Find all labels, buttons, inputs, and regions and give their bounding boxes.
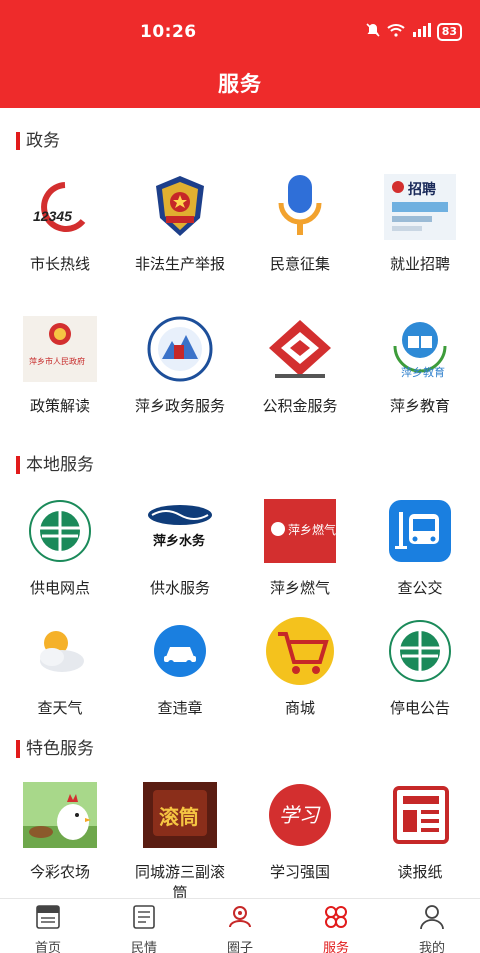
service-item-label: 查公交 [397,579,443,597]
service-item-gov-service[interactable]: 萍乡政务服务 [120,314,240,417]
policy-text: 萍乡市人民政府 [29,356,85,366]
government-emblem-icon: 萍乡市人民政府 [23,314,97,384]
section-title-featured: 特色服务 [16,738,94,760]
service-item-housing-fund[interactable]: 公积金服务 [240,314,360,417]
water-logo-icon: 萍乡水务 [143,496,217,566]
grid-service-icon [322,903,350,935]
service-item-tongcheng-game[interactable]: 滚筒 同城游三副滚筒 [120,780,240,898]
phone-12345-icon: 12345 [23,172,97,242]
service-item-xuexi[interactable]: 学习 学习强国 [240,780,360,883]
status-time: 10:26 [140,22,197,42]
service-item-label: 政策解读 [29,397,90,415]
section-title-gov: 政务 [16,130,60,152]
service-item-public-opinion[interactable]: 民意征集 [240,172,360,275]
bus-icon [383,496,457,566]
service-item-label: 非法生产举报 [134,255,225,273]
section-title-local: 本地服务 [16,454,94,476]
service-item-bus[interactable]: 查公交 [360,496,480,599]
service-content: 政务 12345 市长热线 非法生产举报 民意征集 招聘 就业招聘 萍乡市人民政… [0,108,480,898]
tab-label: 首页 [34,941,61,953]
tab-mine[interactable]: 我的 [384,899,480,953]
service-item-label: 萍乡燃气 [269,579,330,597]
service-item-gas[interactable]: 萍乡燃气 萍乡燃气 [240,496,360,599]
service-item-label: 民意征集 [269,255,330,273]
game-poster-text: 滚筒 [159,805,199,829]
tab-label: 我的 [418,941,445,953]
state-grid-logo-icon [383,616,457,686]
service-item-label: 学习强国 [269,863,330,881]
service-item-weather[interactable]: 查天气 [0,616,120,719]
gas-logo-icon: 萍乡燃气 [263,496,337,566]
page-title: 服务 [218,72,262,96]
wifi-icon [387,23,405,40]
recruitment-icon: 招聘 [383,172,457,242]
tab-label: 圈子 [226,941,253,953]
service-item-label: 萍乡教育 [389,397,450,415]
battery-indicator: 83 [436,22,462,41]
police-badge-icon [143,172,217,242]
service-item-newspaper[interactable]: 读报纸 [360,780,480,883]
service-item-label: 供电网点 [29,579,90,597]
gas-text: 萍乡燃气 [288,522,336,537]
water-text: 萍乡水务 [153,533,206,549]
xuexi-text: 学习 [279,803,321,827]
recruitment-text: 招聘 [408,181,436,198]
service-item-mall[interactable]: 商城 [240,616,360,719]
service-item-label: 读报纸 [397,863,443,881]
service-item-mayor-hotline[interactable]: 12345 市长热线 [0,172,120,275]
newspaper-icon [383,780,457,850]
game-poster-icon: 滚筒 [143,780,217,850]
service-item-outage-notice[interactable]: 停电公告 [360,616,480,719]
signal-icon [411,23,431,40]
microphone-icon [263,172,337,242]
mute-icon [365,22,381,41]
service-item-label: 就业招聘 [389,255,450,273]
tab-label: 民情 [130,941,157,953]
service-item-policy[interactable]: 萍乡市人民政府 政策解读 [0,314,120,417]
service-item-label: 供水服务 [149,579,210,597]
service-item-label: 查天气 [37,699,83,717]
car-icon [143,616,217,686]
education-text: 萍乡教育 [401,365,445,379]
service-item-recruitment[interactable]: 招聘 就业招聘 [360,172,480,275]
user-icon [418,903,446,935]
gov-service-logo-icon [143,314,217,384]
service-item-label: 今彩农场 [29,863,90,881]
farm-chicken-icon [23,780,97,850]
tab-service[interactable]: 服务 [288,899,384,953]
tab-home[interactable]: 首页 [0,899,96,953]
tab-circle[interactable]: 圈子 [192,899,288,953]
housing-fund-logo-icon [263,314,337,384]
weather-icon [23,616,97,686]
service-item-label: 查违章 [157,699,203,717]
service-item-label: 同城游三副滚筒 [134,863,225,898]
document-icon [130,903,158,935]
service-item-education[interactable]: 萍乡教育 萍乡教育 [360,314,480,417]
service-item-violation[interactable]: 查违章 [120,616,240,719]
location-person-icon [226,903,254,935]
tab-label: 服务 [322,941,349,953]
shopping-cart-icon [263,616,337,686]
service-item-label: 公积金服务 [262,397,338,415]
top-header: 10:26 83 服务 [0,0,480,108]
status-icons: 83 [365,22,462,41]
state-grid-logo-icon [23,496,97,566]
service-item-label: 市长热线 [29,255,90,273]
service-item-water[interactable]: 萍乡水务 供水服务 [120,496,240,599]
bottom-tab-bar: 首页 民情 圈子 服务 我的 [0,898,480,953]
phone-12345-text: 12345 [33,208,72,224]
news-icon [34,903,62,935]
xuexi-logo-icon: 学习 [263,780,337,850]
service-item-farm[interactable]: 今彩农场 [0,780,120,883]
service-item-label: 停电公告 [389,699,450,717]
education-logo-icon: 萍乡教育 [383,314,457,384]
service-item-label: 萍乡政务服务 [134,397,225,415]
service-item-illegal-report[interactable]: 非法生产举报 [120,172,240,275]
service-item-power-outlets[interactable]: 供电网点 [0,496,120,599]
tab-public-opinion[interactable]: 民情 [96,899,192,953]
service-item-label: 商城 [284,699,315,717]
